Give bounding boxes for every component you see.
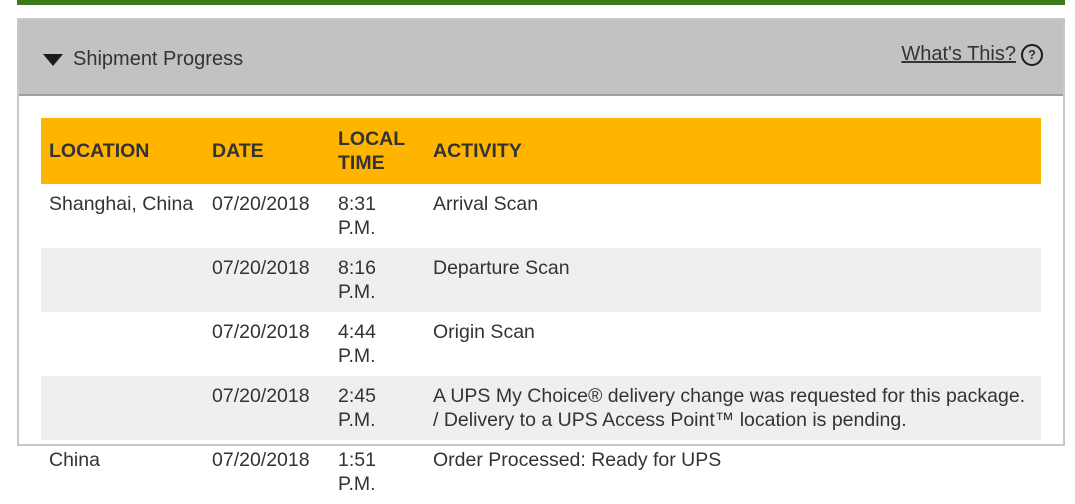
activity-cell: Departure Scan [433, 257, 570, 279]
date-cell: 07/20/2018 [212, 321, 310, 343]
time-cell: 1:51 P.M. [338, 449, 376, 495]
table-header-row: LOCATION DATE LOCAL TIME ACTIVITY [41, 118, 1041, 184]
shipment-progress-table: LOCATION DATE LOCAL TIME ACTIVITY Shangh… [41, 118, 1041, 504]
table-row: 07/20/2018 8:16 P.M. Departure Scan [41, 248, 1041, 312]
date-cell: 07/20/2018 [212, 257, 310, 279]
panel-header: Shipment Progress What's This? ? [19, 20, 1063, 96]
time-cell: 8:16 P.M. [338, 257, 376, 303]
top-accent-bar [17, 0, 1065, 5]
shipment-progress-panel: Shipment Progress What's This? ? LOCATIO… [17, 18, 1065, 495]
column-header-activity: ACTIVITY [433, 140, 522, 162]
location-cell: Shanghai, China [49, 193, 194, 215]
caret-down-icon [43, 53, 63, 66]
column-header-location: LOCATION [49, 140, 150, 162]
location-cell [41, 312, 204, 376]
time-cell: 8:31 P.M. [338, 193, 376, 239]
date-cell: 07/20/2018 [212, 385, 310, 407]
location-cell [41, 376, 204, 440]
location-cell [41, 248, 204, 312]
column-header-local-time: LOCAL TIME [338, 128, 405, 174]
whats-this-link[interactable]: What's This? [901, 43, 1016, 66]
activity-cell: Order Processed: Ready for UPS [433, 449, 722, 471]
table-row: Shanghai, China 07/20/2018 8:31 P.M. Arr… [41, 184, 1041, 248]
column-header-date: DATE [212, 140, 264, 162]
whats-this-help[interactable]: What's This? ? [901, 43, 1043, 66]
activity-cell: Origin Scan [433, 321, 535, 343]
date-cell: 07/20/2018 [212, 193, 310, 215]
location-cell: China [49, 449, 100, 471]
section-title: Shipment Progress [73, 48, 244, 70]
help-circle-icon[interactable]: ? [1021, 43, 1043, 66]
table-row: 07/20/2018 4:44 P.M. Origin Scan [41, 312, 1041, 376]
activity-cell: A UPS My Choice® delivery change was req… [433, 385, 1026, 431]
table-row: China 07/20/2018 1:51 P.M. Order Process… [41, 440, 1041, 504]
activity-cell: Arrival Scan [433, 193, 539, 215]
time-cell: 2:45 P.M. [338, 385, 376, 431]
time-cell: 4:44 P.M. [338, 321, 376, 367]
date-cell: 07/20/2018 [212, 449, 310, 471]
table-row: 07/20/2018 2:45 P.M. A UPS My Choice® de… [41, 376, 1041, 440]
shipment-progress-toggle[interactable]: Shipment Progress [43, 48, 243, 71]
